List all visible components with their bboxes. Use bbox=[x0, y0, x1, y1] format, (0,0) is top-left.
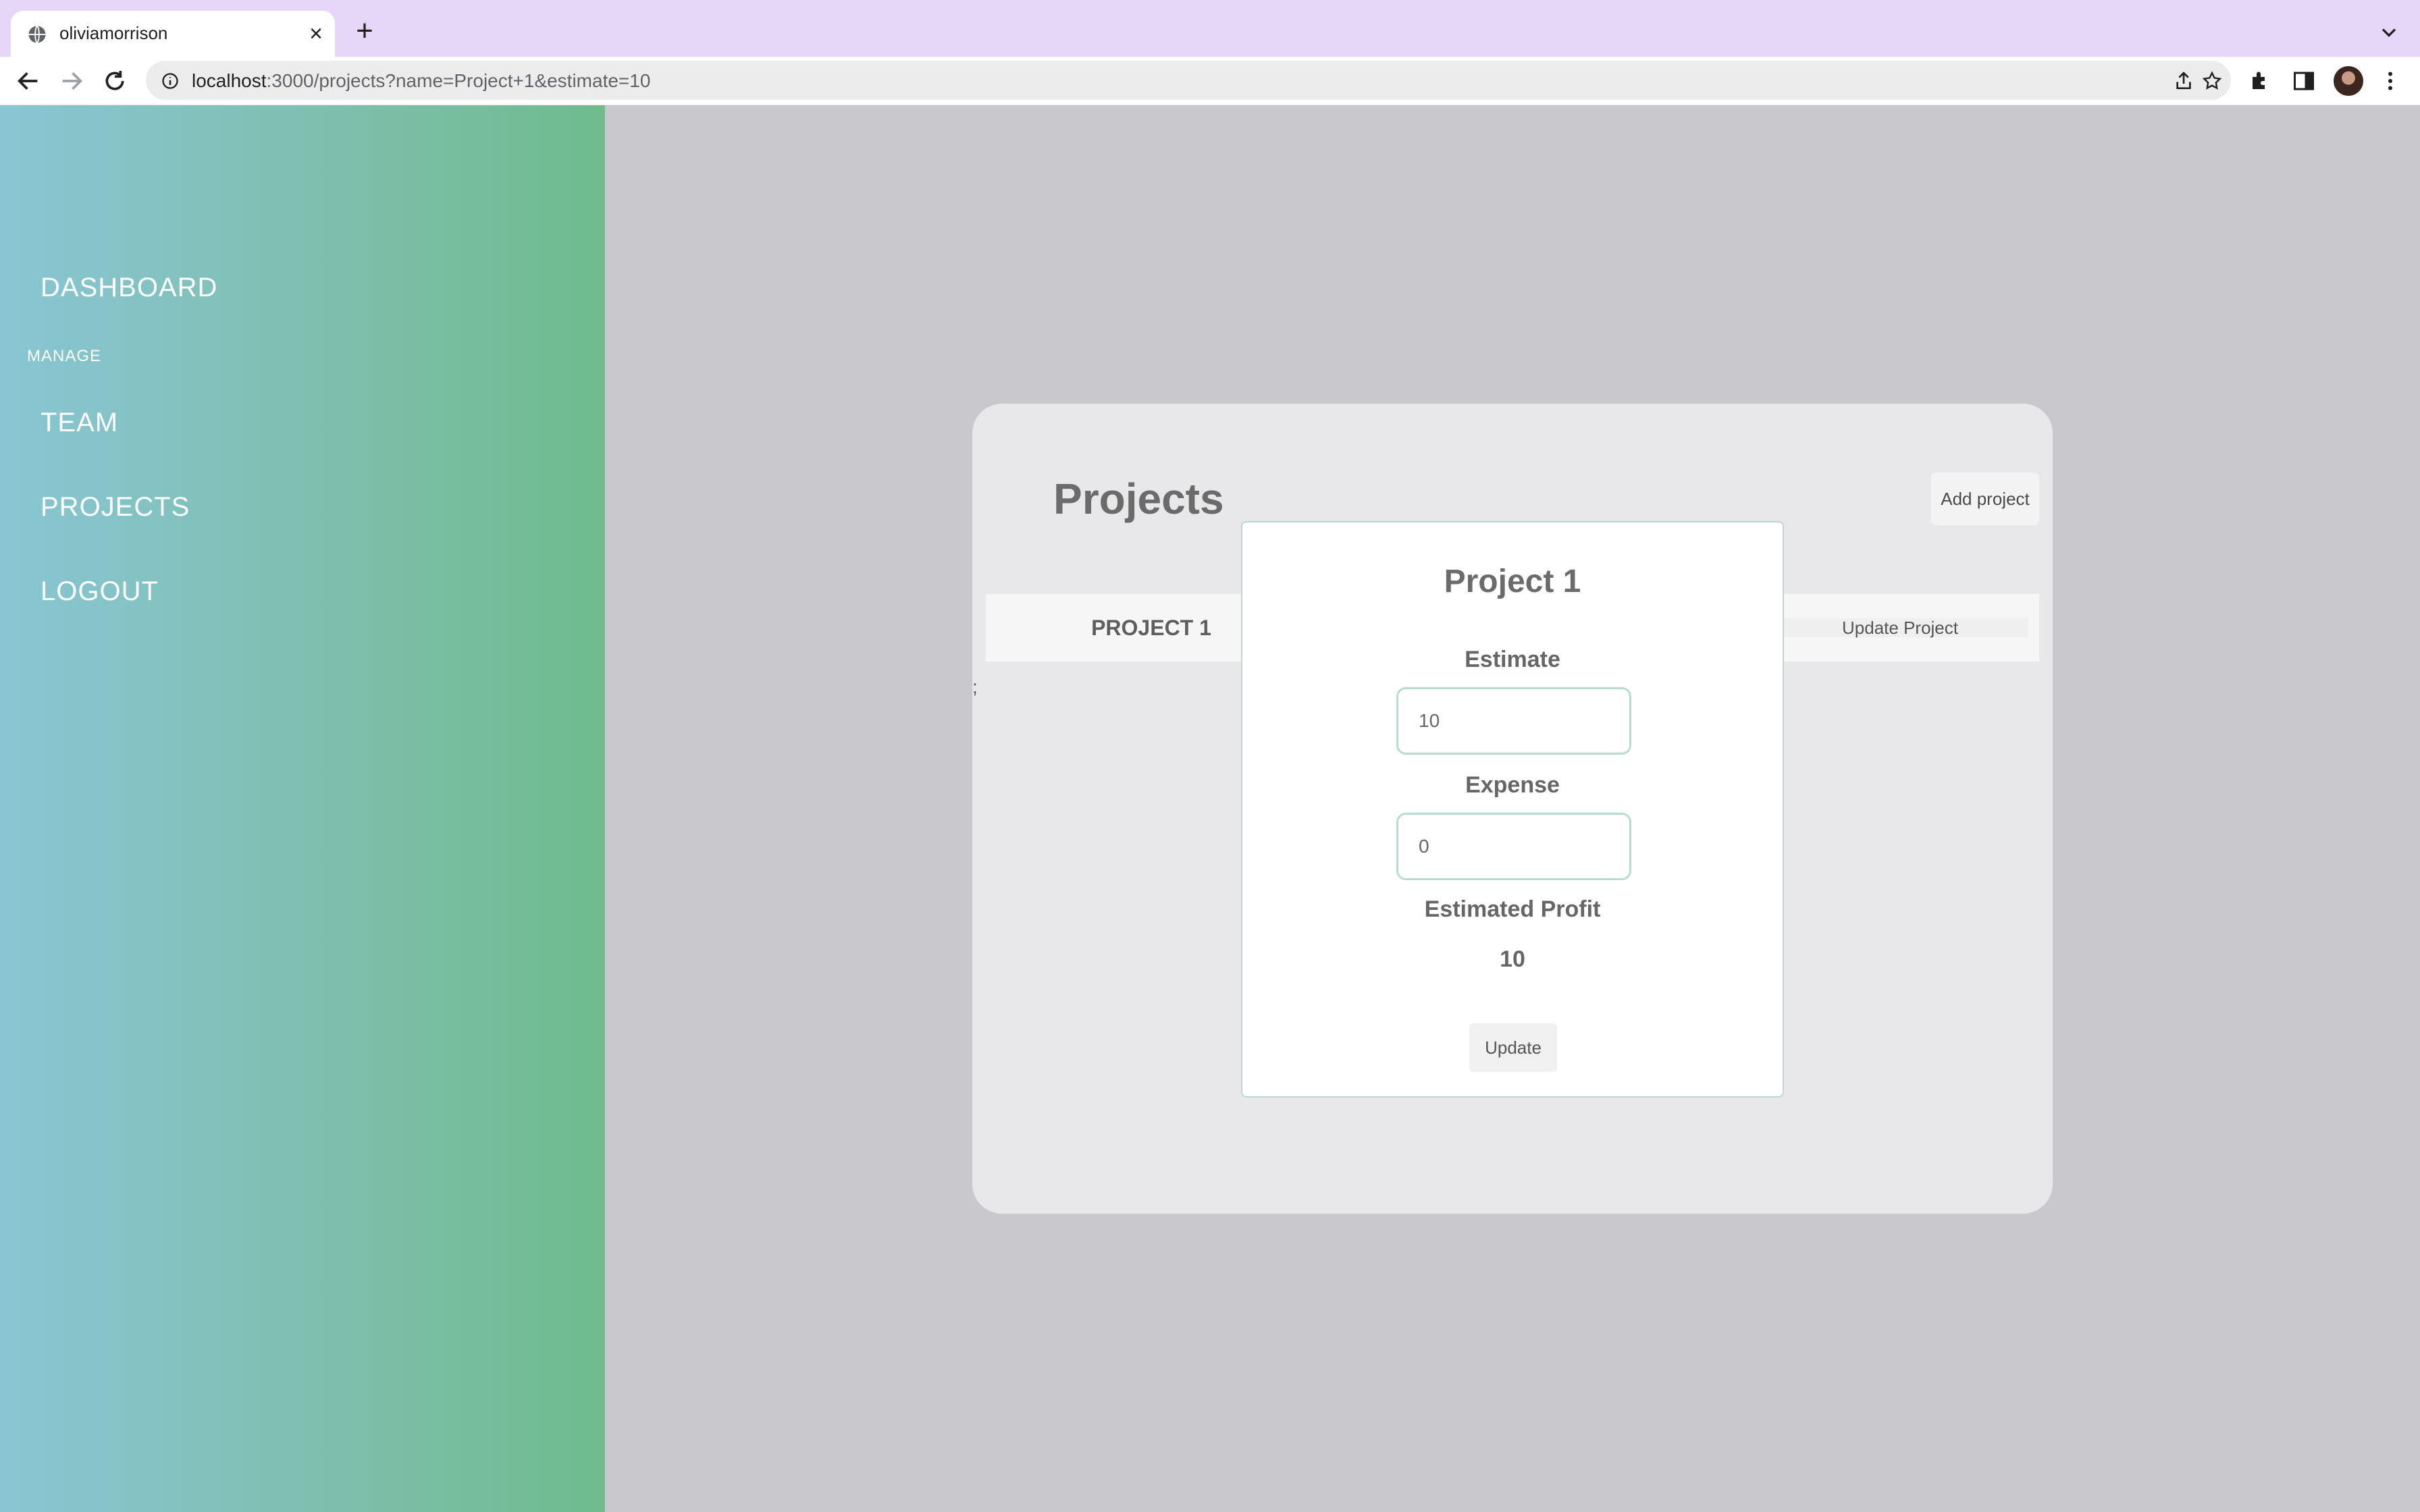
close-icon[interactable]: × bbox=[302, 20, 330, 47]
sidebar-section-manage: MANAGE bbox=[27, 347, 102, 365]
tab-title: oliviamorrison bbox=[59, 23, 168, 43]
globe-icon bbox=[28, 25, 46, 44]
browser-tab-strip: oliviamorrison × + bbox=[0, 0, 2420, 57]
estimate-field[interactable] bbox=[1396, 687, 1631, 755]
back-arrow-icon[interactable] bbox=[15, 68, 42, 94]
expense-field[interactable] bbox=[1396, 813, 1631, 880]
modal-title: Project 1 bbox=[1444, 564, 1581, 599]
url-text: localhost:3000/projects?name=Project+1&e… bbox=[192, 70, 650, 92]
share-icon[interactable] bbox=[2173, 70, 2194, 92]
extensions-icon[interactable] bbox=[2248, 69, 2273, 93]
sidebar-item-dashboard[interactable]: DASHBOARD bbox=[41, 273, 217, 303]
add-project-button[interactable]: Add project bbox=[1931, 473, 2039, 525]
reload-icon[interactable] bbox=[101, 68, 128, 94]
update-project-button[interactable]: Update Project bbox=[1772, 618, 2028, 637]
estimated-profit-label: Estimated Profit bbox=[1424, 896, 1601, 922]
update-button[interactable]: Update bbox=[1469, 1023, 1557, 1072]
info-icon[interactable] bbox=[161, 72, 180, 90]
url-path: :3000/projects?name=Project+1&estimate=1… bbox=[266, 70, 651, 91]
sidebar-item-team[interactable]: TEAM bbox=[41, 408, 118, 438]
sidebar: DASHBOARD MANAGE TEAM PROJECTS LOGOUT bbox=[0, 105, 605, 1512]
star-icon[interactable] bbox=[2201, 70, 2223, 92]
more-vert-icon[interactable] bbox=[2378, 69, 2402, 93]
project-modal: Project 1 Estimate Expense Estimated Pro… bbox=[1241, 521, 1784, 1098]
estimated-profit-value: 10 bbox=[1500, 946, 1525, 972]
page-title: Projects bbox=[1053, 475, 1224, 523]
expense-label: Expense bbox=[1465, 772, 1560, 798]
chevron-down-icon[interactable] bbox=[2377, 20, 2401, 45]
side-panel-icon[interactable] bbox=[2292, 69, 2316, 93]
browser-tab[interactable]: oliviamorrison × bbox=[11, 11, 335, 57]
url-host: localhost bbox=[192, 70, 267, 91]
stray-text: ; bbox=[972, 676, 978, 697]
browser-toolbar: localhost:3000/projects?name=Project+1&e… bbox=[0, 57, 2420, 105]
profile-avatar[interactable] bbox=[2334, 66, 2363, 96]
estimate-label: Estimate bbox=[1465, 647, 1560, 672]
sidebar-item-logout[interactable]: LOGOUT bbox=[41, 576, 159, 607]
sidebar-item-projects[interactable]: PROJECTS bbox=[41, 492, 190, 522]
forward-arrow-icon[interactable] bbox=[58, 68, 85, 94]
plus-icon[interactable]: + bbox=[351, 16, 378, 46]
address-bar[interactable]: localhost:3000/projects?name=Project+1&e… bbox=[146, 61, 2231, 100]
